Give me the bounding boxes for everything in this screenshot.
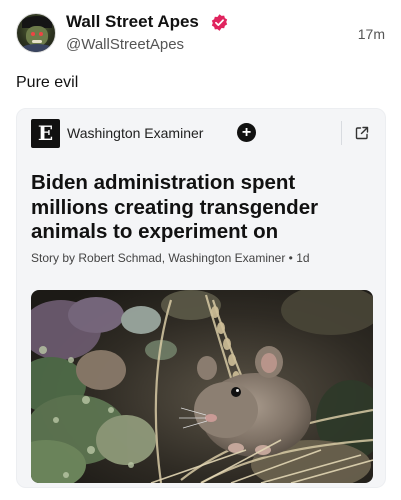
post-text: Pure evil [16,74,79,91]
source-name[interactable]: Washington Examiner [67,125,203,141]
user-handle[interactable]: @WallStreetApes [66,36,184,53]
post-timestamp[interactable]: 17m [358,26,385,42]
article-byline: Story by Robert Schmad, Washington Exami… [31,251,310,265]
open-external-icon[interactable] [354,125,370,141]
display-name[interactable]: Wall Street Apes [66,12,199,32]
follow-icon[interactable]: + [237,123,256,142]
divider [341,121,342,145]
card-source-row: E Washington Examiner + [31,119,373,149]
link-preview-card[interactable]: E Washington Examiner + Biden administra… [16,108,386,488]
avatar[interactable] [16,13,56,53]
article-image[interactable] [31,290,373,483]
verified-badge-icon [211,14,228,31]
article-headline[interactable]: Biden administration spent millions crea… [31,171,361,245]
source-logo: E [31,119,60,148]
post-header: Wall Street Apes @WallStreetApes 17m [16,12,385,56]
